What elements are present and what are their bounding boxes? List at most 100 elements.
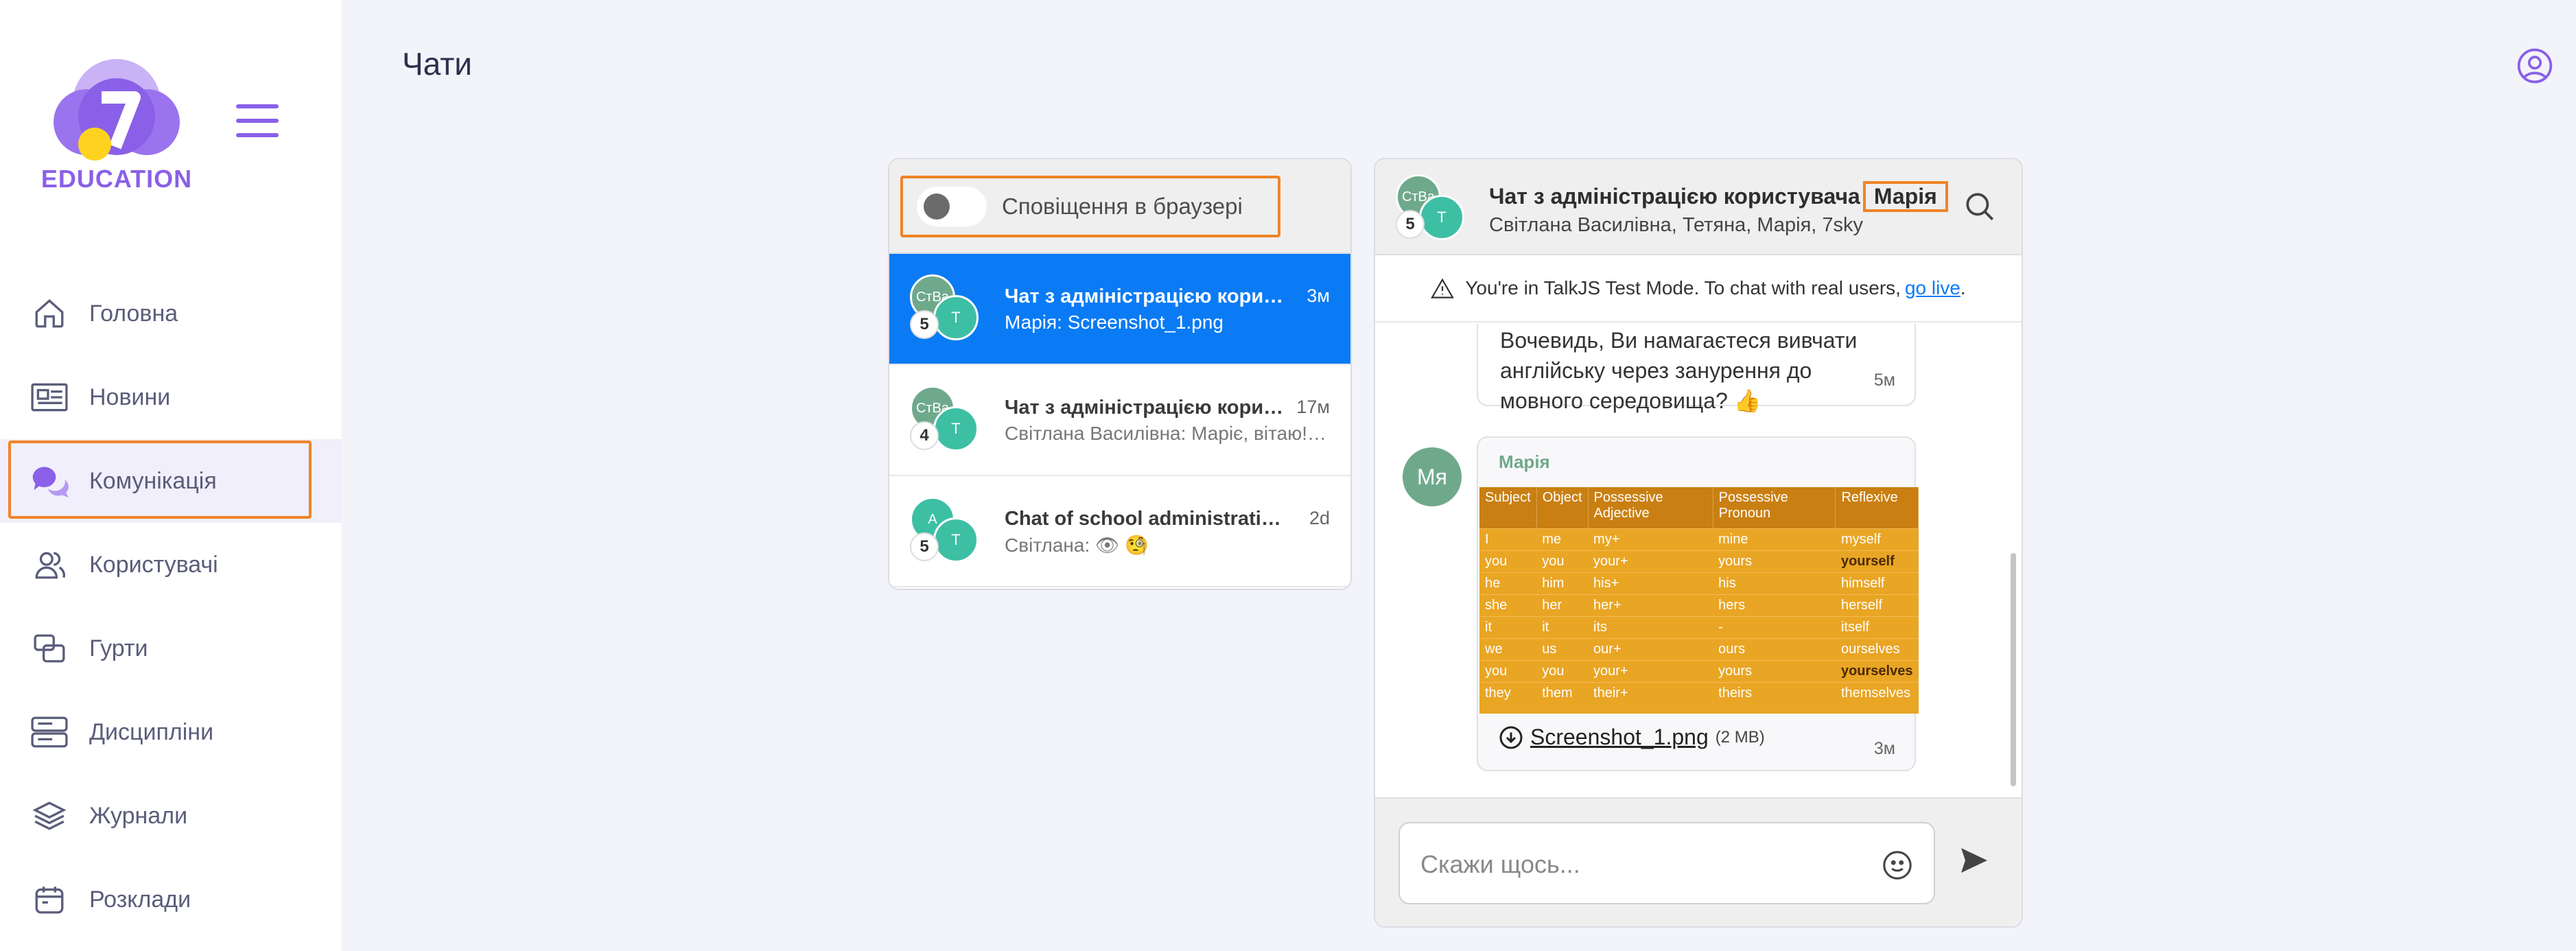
message-bubble: Марія Subject Object Possessive Adjectiv…: [1477, 436, 1919, 771]
download-icon[interactable]: [1499, 725, 1523, 750]
groups-icon: [30, 629, 69, 668]
table-cell: you: [1536, 659, 1589, 682]
table-cell: ourselves: [1835, 637, 1919, 660]
table-row: he him his+ his himself: [1479, 572, 1919, 594]
sidebar-item-groups[interactable]: Гурти: [0, 607, 342, 690]
account-icon[interactable]: [2516, 47, 2554, 85]
table-cell: yours: [1713, 659, 1836, 682]
table-row: they them their+ theirs themselves: [1479, 681, 1919, 704]
conversation-item[interactable]: А Т 5 Chat of school administration E...…: [889, 476, 1350, 587]
sidebar-item-schedules[interactable]: Розклади: [0, 858, 342, 941]
file-name-link[interactable]: Screenshot_1.png: [1530, 725, 1709, 750]
avatar-group: СтВа Т 4: [910, 386, 979, 454]
table-cell: herself: [1835, 594, 1919, 616]
conversation-item[interactable]: СтВа Т 4 Чат з адміністрацією користувач…: [889, 365, 1350, 476]
conversation-last-message: Світлана Василівна: Маріє, вітаю! Очевид…: [1005, 423, 1331, 444]
table-cell: you: [1536, 550, 1589, 572]
table-cell: mine: [1713, 528, 1836, 550]
avatar: Т: [1419, 195, 1464, 240]
users-icon: [30, 545, 69, 584]
table-cell: my+: [1588, 528, 1713, 550]
conversation-title: Чат з адміністрацією користувача Марія: [1005, 285, 1293, 307]
conversation-item[interactable]: СтВа Т 5 Чат з адміністрацією користувач…: [889, 254, 1350, 365]
page-title: Чати: [402, 46, 472, 82]
sidebar-item-label: Користувачі: [89, 551, 218, 578]
table-cell: them: [1536, 681, 1589, 704]
sidebar-item-journals[interactable]: Журнали: [0, 774, 342, 858]
table-cell: me: [1536, 528, 1589, 550]
table-cell: their+: [1588, 681, 1713, 704]
table-cell: you: [1479, 550, 1537, 572]
avatar-group: А Т 5: [910, 497, 979, 565]
table-row: you you your+ yours yourselves: [1479, 659, 1919, 682]
table-cell: myself: [1835, 528, 1919, 550]
toggle-switch[interactable]: [917, 187, 987, 226]
chat-title-prefix: Чат з адміністрацією користувача: [1489, 184, 1860, 209]
disciplines-icon: [30, 713, 69, 751]
message-input[interactable]: [1420, 844, 1860, 885]
sidebar-item-users[interactable]: Користувачі: [0, 523, 342, 607]
chat-title-name: Марія: [1862, 181, 1948, 212]
table-cell: her: [1536, 594, 1589, 616]
table-row: you you your+ yours yourself: [1479, 550, 1919, 572]
message-time: 5м: [1873, 371, 1895, 390]
sidebar-item-label: Розклади: [89, 886, 191, 913]
table-header: Possessive Pronoun: [1713, 487, 1836, 528]
table-cell: his+: [1588, 572, 1713, 594]
conversation-last-message: Світлана: 👁 🧐: [1005, 535, 1149, 556]
table-cell: they: [1479, 681, 1537, 704]
table-cell: himself: [1835, 572, 1919, 594]
table-cell: it: [1479, 615, 1537, 638]
participant-count-badge: 5: [1396, 210, 1425, 239]
table-cell: our+: [1588, 637, 1713, 660]
participant-count-badge: 5: [910, 310, 939, 339]
menu-toggle-button[interactable]: [236, 104, 279, 141]
conversation-title: Chat of school administration E...: [1005, 508, 1293, 530]
table-cell: him: [1536, 572, 1589, 594]
search-icon[interactable]: [1963, 189, 1997, 224]
table-cell: yours: [1713, 550, 1836, 572]
warning-icon: [1431, 278, 1455, 298]
sidebar-item-news[interactable]: Новини: [0, 355, 342, 439]
conversation-list-header: Сповіщення в браузері: [889, 159, 1350, 254]
file-attachment: Screenshot_1.png (2 MB): [1499, 725, 1765, 750]
table-cell: your+: [1588, 659, 1713, 682]
table-row: it it its - itself: [1479, 615, 1919, 638]
table-cell: theirs: [1713, 681, 1836, 704]
table-cell: he: [1479, 572, 1537, 594]
table-cell: its: [1588, 615, 1713, 638]
avatar: Т: [933, 517, 979, 563]
table-cell: themselves: [1835, 681, 1919, 704]
table-cell: you: [1479, 659, 1537, 682]
conversation-time: 2d: [1309, 508, 1330, 528]
message-input-box: [1398, 822, 1935, 904]
banner-end: .: [1960, 277, 1966, 298]
chat-participants: Світлана Василівна, Тетяна, Марія, 7sky: [1489, 214, 1864, 236]
chat-bubbles-icon: [30, 462, 69, 500]
avatar-group: СтВа Т 5: [910, 274, 979, 343]
message-scrollbar[interactable]: [2011, 327, 2016, 786]
sidebar-item-label: Гурти: [89, 635, 148, 661]
sidebar-item-home[interactable]: Головна: [0, 272, 342, 355]
table-row: Ime my+ mine myself: [1479, 528, 1919, 550]
banner-text: You're in TalkJS Test Mode. To chat with…: [1465, 277, 1901, 298]
message-sender: Марія: [1499, 451, 1550, 472]
sidebar-item-disciplines[interactable]: Дисципліни: [0, 690, 342, 774]
emoji-icon[interactable]: [1882, 849, 1913, 881]
sidebar-item-label: Журнали: [89, 802, 188, 829]
send-icon[interactable]: [1957, 844, 1990, 877]
attached-image[interactable]: Subject Object Possessive Adjective Poss…: [1479, 487, 1919, 714]
table-cell: ours: [1713, 637, 1836, 660]
avatar: Т: [933, 295, 979, 340]
scrollbar-thumb[interactable]: [2011, 553, 2016, 786]
browser-notifications-toggle[interactable]: Сповіщення в браузері: [900, 176, 1280, 237]
avatar: Т: [933, 406, 979, 451]
sidebar-item-label: Дисципліни: [89, 718, 214, 745]
sidebar-item-communication[interactable]: Комунікація: [0, 439, 342, 523]
table-cell: yourself: [1835, 550, 1919, 572]
sidebar-item-label: Комунікація: [89, 467, 217, 494]
go-live-link[interactable]: go live: [1905, 277, 1960, 299]
table-cell: -: [1713, 615, 1836, 638]
participant-count-badge: 4: [910, 421, 939, 450]
grammar-table: Subject Object Possessive Adjective Poss…: [1479, 487, 1919, 704]
